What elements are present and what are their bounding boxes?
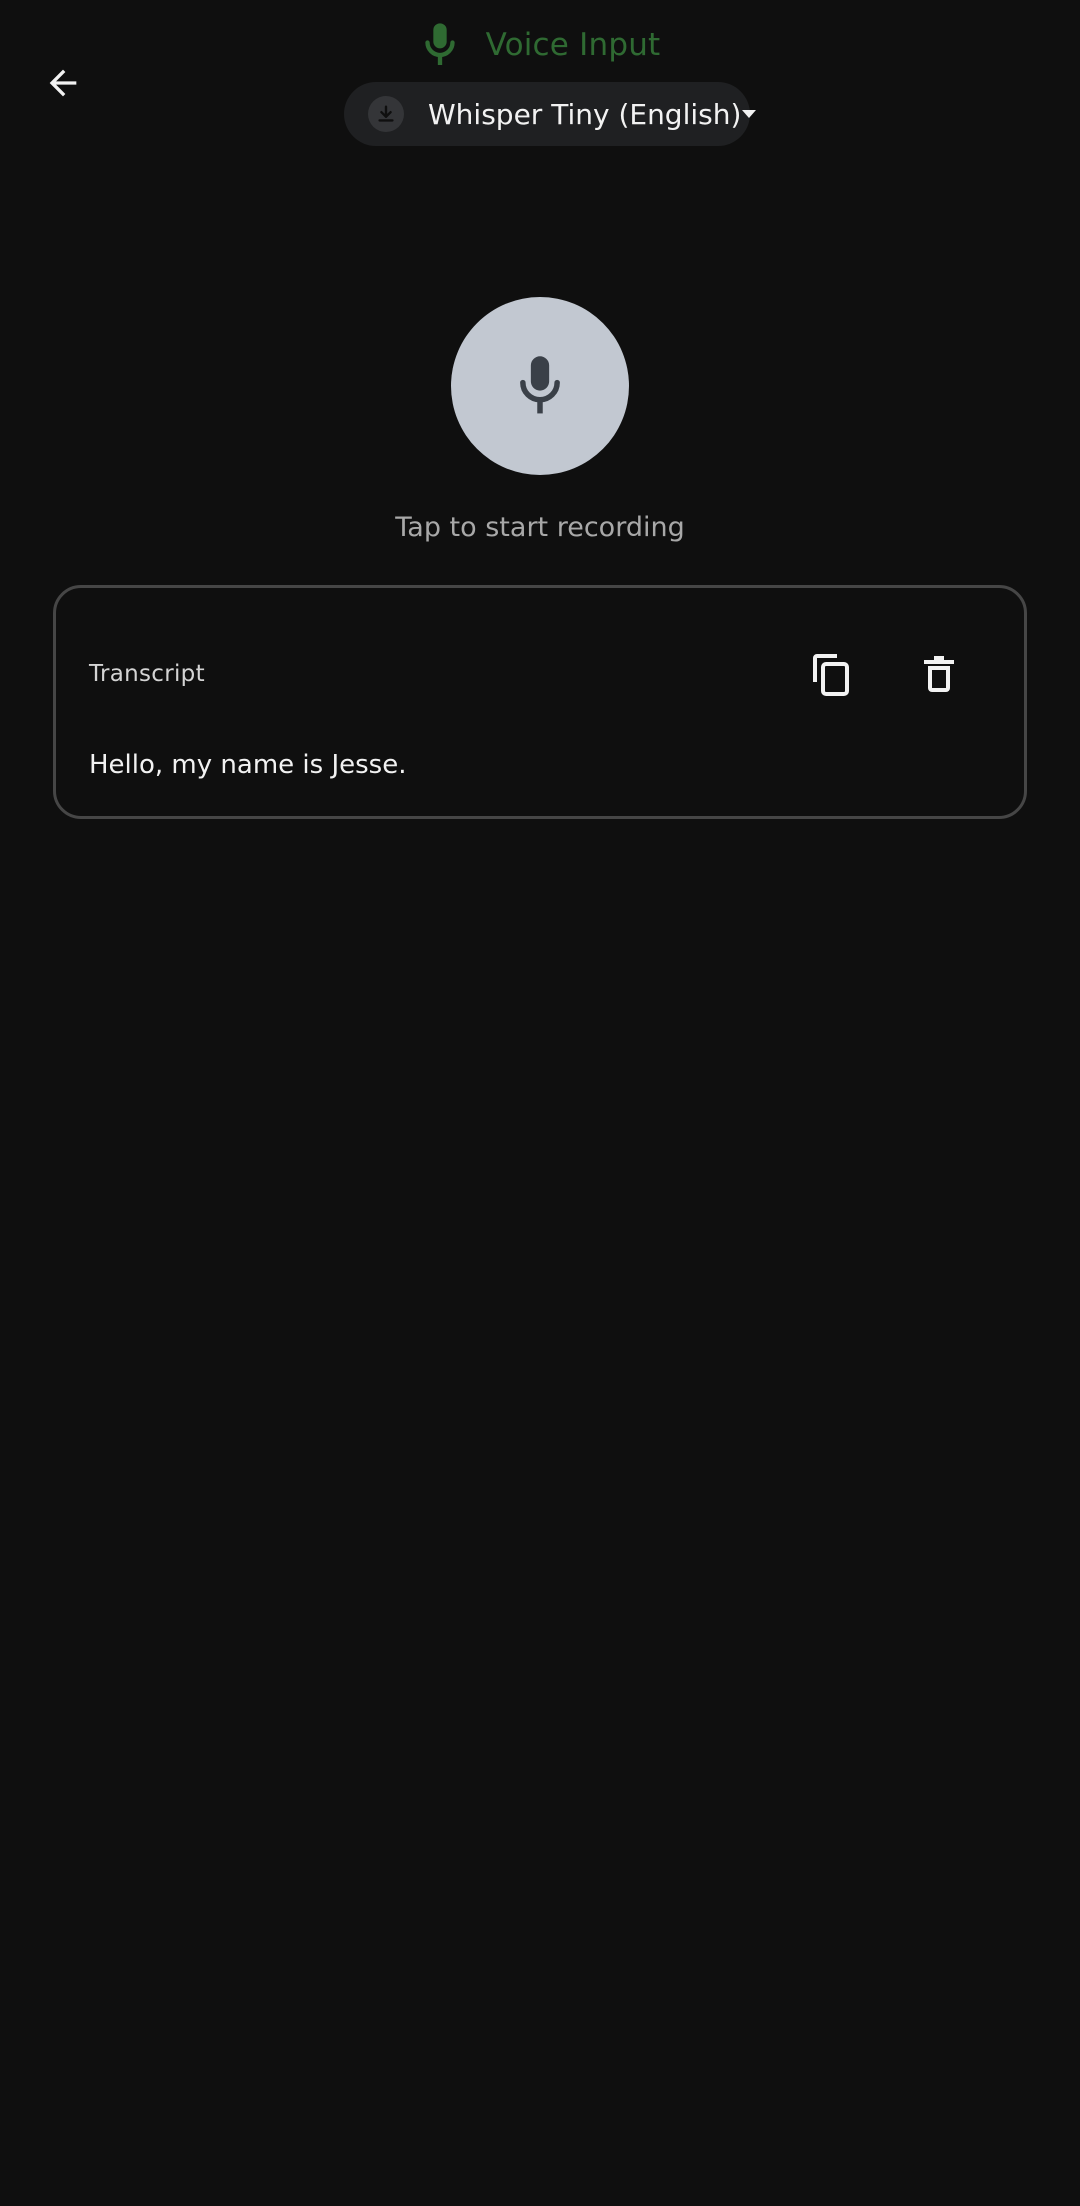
delete-button[interactable] bbox=[909, 644, 969, 704]
voice-input-screen: Voice Input Whisper Tiny (English) Tap t… bbox=[0, 0, 1080, 2206]
page-title-row: Voice Input bbox=[0, 20, 1080, 70]
model-selector[interactable]: Whisper Tiny (English) bbox=[344, 82, 757, 146]
page-title: Voice Input bbox=[485, 27, 661, 63]
transcript-text: Hello, my name is Jesse. bbox=[89, 750, 407, 780]
copy-button[interactable] bbox=[801, 644, 861, 704]
selected-model-label: Whisper Tiny (English) bbox=[428, 97, 742, 131]
record-hint: Tap to start recording bbox=[395, 512, 685, 543]
transcript-label: Transcript bbox=[89, 661, 205, 687]
copy-icon bbox=[813, 654, 849, 696]
caret-down-icon bbox=[741, 109, 757, 119]
trash-icon bbox=[924, 656, 954, 692]
record-button[interactable] bbox=[451, 297, 629, 475]
transcript-card: Transcript Hello, my name is Jesse. bbox=[53, 585, 1027, 819]
microphone-icon bbox=[520, 356, 560, 414]
download-icon bbox=[368, 96, 404, 132]
microphone-icon bbox=[420, 20, 460, 70]
